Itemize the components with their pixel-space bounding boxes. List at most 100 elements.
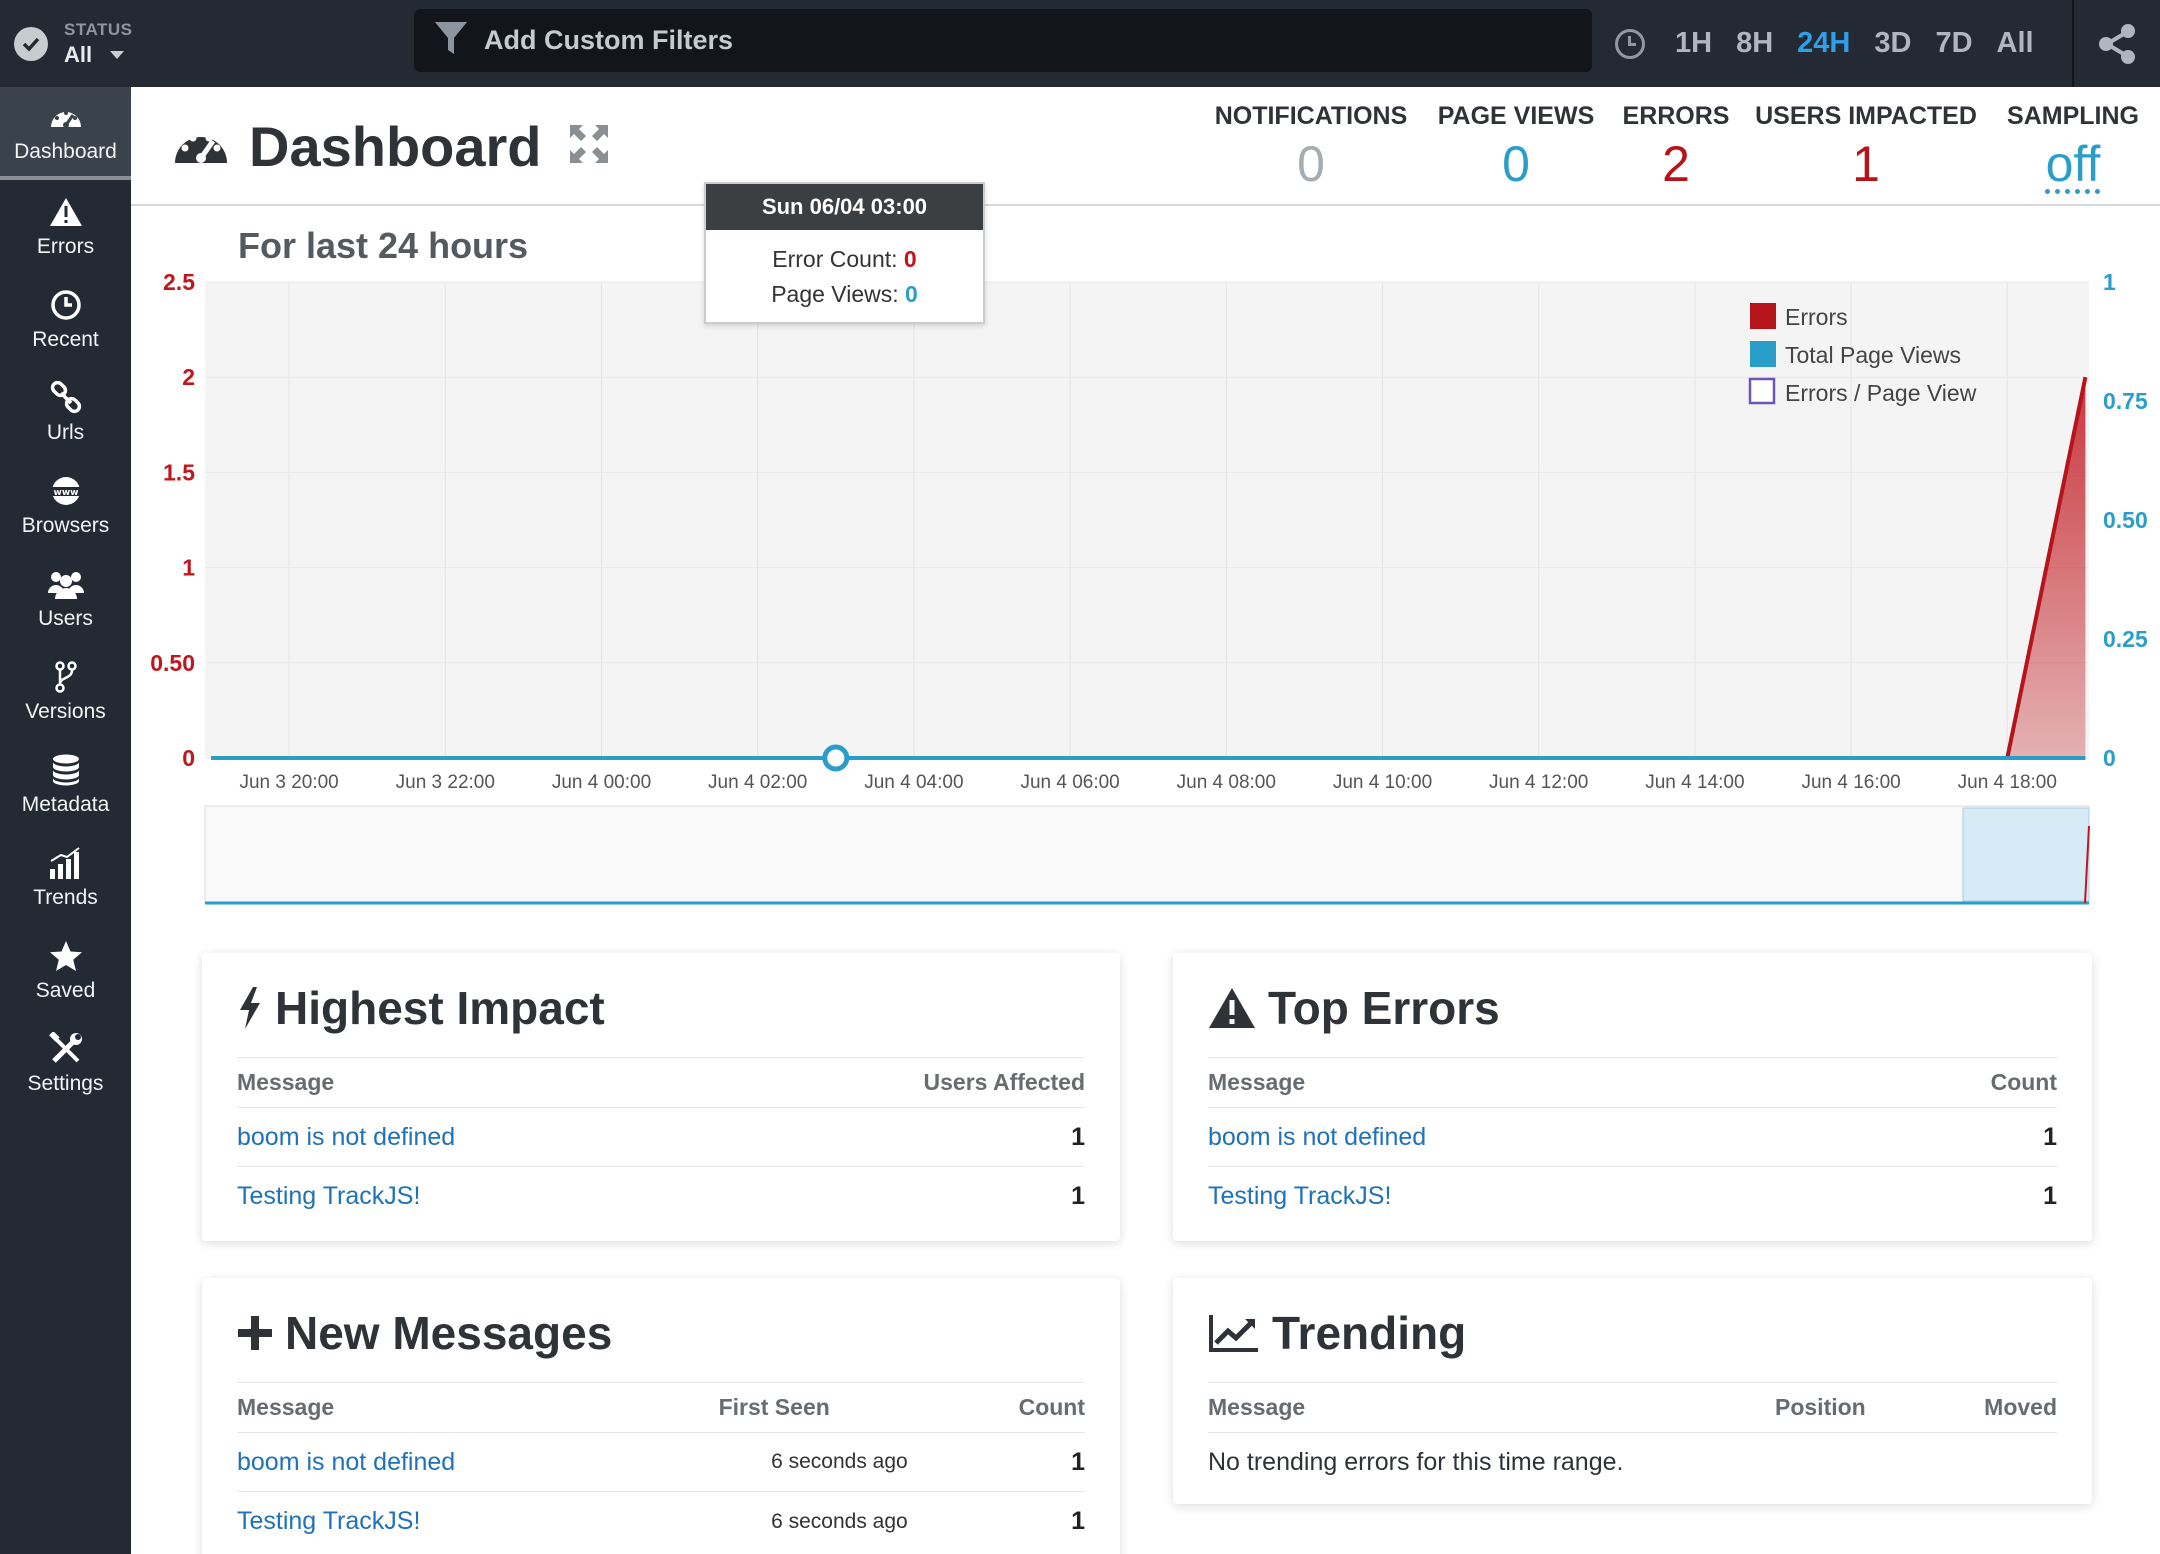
sidebar-item-urls[interactable]: Urls	[0, 366, 131, 459]
first-seen-value: 6 seconds ago	[771, 1450, 908, 1473]
range-3d-button[interactable]: 3D	[1862, 27, 1923, 60]
y-left-tick-label: 2	[182, 364, 195, 390]
users-impacted-stat[interactable]: USERS IMPACTED 1	[1741, 102, 1991, 193]
sidebar-item-users[interactable]: Users	[0, 552, 131, 645]
time-range-selector: 1H 8H 24H 3D 7D All	[1615, 0, 2046, 87]
legend-swatch	[1750, 303, 1776, 329]
empty-state-text: No trending errors for this time range.	[1208, 1448, 1624, 1476]
errors-chart[interactable]: Jun 3 20:00 Jun 3 22:00 Jun 4 00:00 Jun 4 0…	[131, 206, 2160, 916]
table-row[interactable]: boom is not defined 1	[237, 1108, 1085, 1167]
count-value: 1	[2043, 1122, 2057, 1151]
top-errors-card: Top Errors Message Count boom is not def…	[1173, 953, 2092, 1241]
tools-icon	[48, 1031, 83, 1066]
stat-value: 1	[1852, 136, 1880, 192]
share-button[interactable]	[2072, 0, 2160, 87]
table-row[interactable]: Testing TrackJS! 6 seconds ago 1	[237, 1492, 1085, 1551]
errors-stat[interactable]: ERRORS 2	[1601, 102, 1751, 193]
check-circle-icon	[14, 26, 48, 61]
table-header: Message Count	[1208, 1058, 2057, 1108]
status-selector[interactable]: STATUS All	[0, 0, 396, 87]
sidebar-item-label: Urls	[46, 420, 85, 444]
error-message-link[interactable]: boom is not defined	[237, 1448, 771, 1477]
expand-icon[interactable]	[568, 123, 610, 170]
table-row[interactable]: boom is not defined 6 seconds ago 1	[237, 1433, 1085, 1492]
sampling-stat[interactable]: SAMPLING off	[1993, 102, 2153, 193]
link-icon	[49, 380, 83, 415]
error-message-link[interactable]: boom is not defined	[237, 1123, 1071, 1152]
legend-swatch	[1748, 377, 1776, 405]
sidebar-item-settings[interactable]: Settings	[0, 1017, 131, 1110]
www-globe-icon: www	[48, 474, 83, 508]
column-header-position: Position	[1775, 1394, 1866, 1420]
sidebar-item-versions[interactable]: Versions	[0, 645, 131, 738]
status-label: STATUS	[64, 19, 133, 39]
card-title: Highest Impact	[275, 982, 605, 1034]
page-views-stat[interactable]: PAGE VIEWS 0	[1411, 102, 1621, 193]
range-navigator	[204, 805, 2090, 904]
stat-label: PAGE VIEWS	[1437, 102, 1595, 130]
count-value: 1	[1071, 1507, 1085, 1535]
first-seen-value: 6 seconds ago	[771, 1509, 908, 1533]
tooltip-error-value: 0	[903, 246, 917, 272]
notifications-stat[interactable]: NOTIFICATIONS 0	[1191, 102, 1431, 193]
range-1h-button[interactable]: 1H	[1663, 27, 1724, 60]
users-affected-value: 1	[1071, 1182, 1085, 1210]
error-message-link[interactable]: Testing TrackJS!	[237, 1182, 1071, 1211]
sidebar-item-recent[interactable]: Recent	[0, 273, 131, 366]
card-title: Trending	[1272, 1307, 1467, 1359]
tooltip-pageviews-value: 0	[905, 281, 918, 307]
range-7d-button[interactable]: 7D	[1923, 27, 1984, 60]
table-row[interactable]: Testing TrackJS! 1	[1208, 1167, 2057, 1226]
card-title: New Messages	[285, 1307, 613, 1359]
sidebar-item-label: Metadata	[21, 792, 110, 816]
bolt-icon	[237, 986, 263, 1030]
sidebar-item-label: Browsers	[21, 513, 110, 537]
table-header: Message First Seen Count	[237, 1383, 1085, 1433]
sidebar-item-metadata[interactable]: Metadata	[0, 738, 131, 831]
stat-value: 2	[1662, 136, 1690, 192]
card-title: Top Errors	[1268, 982, 1500, 1034]
x-tick-label: Jun 4 12:00	[1489, 772, 1588, 793]
range-navigator-selection	[1962, 807, 2090, 902]
legend-swatch	[1750, 341, 1776, 367]
x-tick-label: Jun 4 14:00	[1645, 772, 1744, 793]
range-24h-button[interactable]: 24H	[1785, 27, 1862, 60]
custom-filters-input[interactable]: Add Custom Filters	[414, 9, 1592, 72]
error-message-link[interactable]: Testing TrackJS!	[237, 1507, 771, 1536]
users-icon	[47, 567, 84, 601]
y-right-tick-label: 0.50	[2103, 507, 2148, 533]
sidebar-item-dashboard[interactable]: Dashboard	[0, 87, 131, 180]
column-header-count: Count	[1990, 1069, 2057, 1095]
sidebar-item-trends[interactable]: Trends	[0, 831, 131, 924]
sidebar-item-errors[interactable]: Errors	[0, 180, 131, 273]
trending-card: Trending Message Position Moved No trend…	[1173, 1278, 2092, 1504]
page-header: Dashboard NOTIFICATIONS 0 PAGE VIEWS 0 E…	[131, 87, 2160, 206]
error-message-link[interactable]: Testing TrackJS!	[1208, 1182, 2043, 1211]
table-row[interactable]: boom is not defined 1	[1208, 1108, 2057, 1167]
custom-filters-placeholder: Add Custom Filters	[484, 25, 734, 55]
page-title-text: Dashboard	[249, 115, 542, 178]
branch-icon	[54, 660, 78, 694]
warning-icon	[49, 195, 83, 229]
clock-icon	[50, 288, 82, 322]
error-message-link[interactable]: boom is not defined	[1208, 1123, 2043, 1152]
warning-icon	[1208, 987, 1256, 1029]
column-header-moved: Moved	[1984, 1394, 2057, 1420]
tooltip-title: Sun 06/04 03:00	[706, 184, 983, 230]
range-all-button[interactable]: All	[1985, 27, 2046, 60]
table-header: Message Users Affected	[237, 1058, 1085, 1108]
x-tick-label: Jun 4 04:00	[864, 772, 963, 793]
clock-icon	[1615, 28, 1645, 59]
sidebar-item-label: Errors	[36, 234, 95, 258]
x-tick-label: Jun 3 20:00	[239, 772, 338, 793]
y-left-tick-label: 2.5	[163, 269, 195, 295]
sidebar-item-browsers[interactable]: www Browsers	[0, 459, 131, 552]
tooltip-pageviews-label: Page Views:	[771, 281, 899, 307]
legend-label: Errors / Page View	[1785, 380, 1977, 406]
legend-label: Total Page Views	[1785, 342, 1961, 368]
sidebar-item-saved[interactable]: Saved	[0, 924, 131, 1017]
y-left-tick-label: 0	[182, 745, 195, 771]
stat-value: 0	[1502, 136, 1530, 192]
range-8h-button[interactable]: 8H	[1724, 27, 1785, 60]
table-row[interactable]: Testing TrackJS! 1	[237, 1167, 1085, 1226]
